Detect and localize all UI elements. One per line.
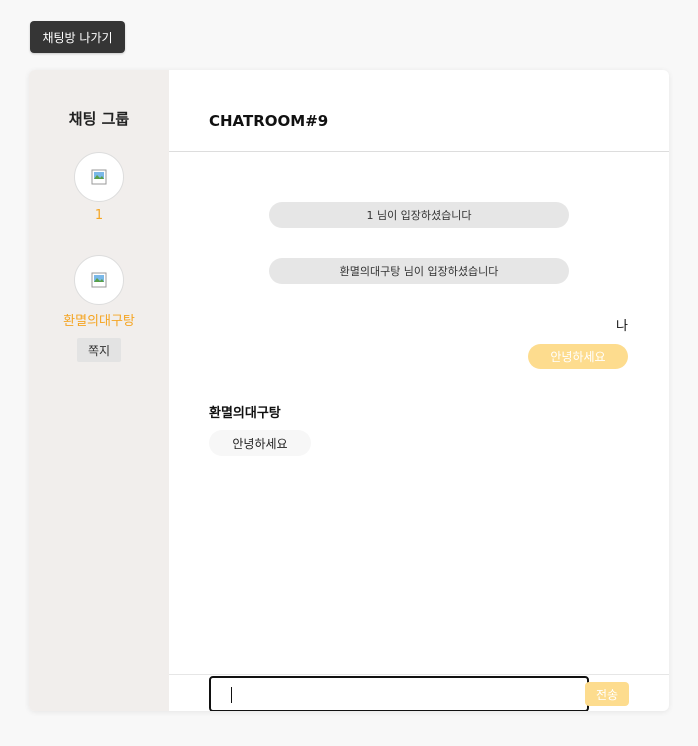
room-title: CHATROOM#9 [209, 112, 329, 130]
avatar[interactable] [74, 152, 124, 202]
avatar[interactable] [74, 255, 124, 305]
broken-image-icon [91, 169, 107, 185]
exit-chatroom-button[interactable]: 채팅방 나가기 [30, 21, 125, 53]
system-message: 1 님이 입장하셨습니다 [269, 202, 569, 228]
chat-main: CHATROOM#9 1 님이 입장하셨습니다 환멸의대구탕 님이 입장하셨습니… [169, 70, 669, 711]
message-input[interactable] [209, 676, 589, 711]
member-name[interactable]: 환멸의대구탕 [29, 310, 169, 329]
my-name-label: 나 [616, 319, 628, 334]
chat-card: 채팅 그룹 1 환멸의대구탕 쪽지 CHATROOM#9 1 님이 입장하셨습니… [29, 70, 669, 711]
text-caret [231, 687, 232, 703]
member-name[interactable]: 1 [29, 208, 169, 223]
chat-group-sidebar: 채팅 그룹 1 환멸의대구탕 쪽지 [29, 70, 169, 711]
note-button[interactable]: 쪽지 [77, 338, 121, 362]
sender-name: 환멸의대구탕 [209, 406, 281, 421]
footer-divider [169, 674, 669, 675]
broken-image-icon [91, 272, 107, 288]
received-message-bubble: 안녕하세요 [209, 430, 311, 456]
my-message-bubble: 안녕하세요 [528, 344, 628, 369]
send-button[interactable]: 전송 [585, 682, 629, 706]
sidebar-title: 채팅 그룹 [68, 110, 130, 128]
header-divider [169, 151, 669, 152]
system-message: 환멸의대구탕 님이 입장하셨습니다 [269, 258, 569, 284]
